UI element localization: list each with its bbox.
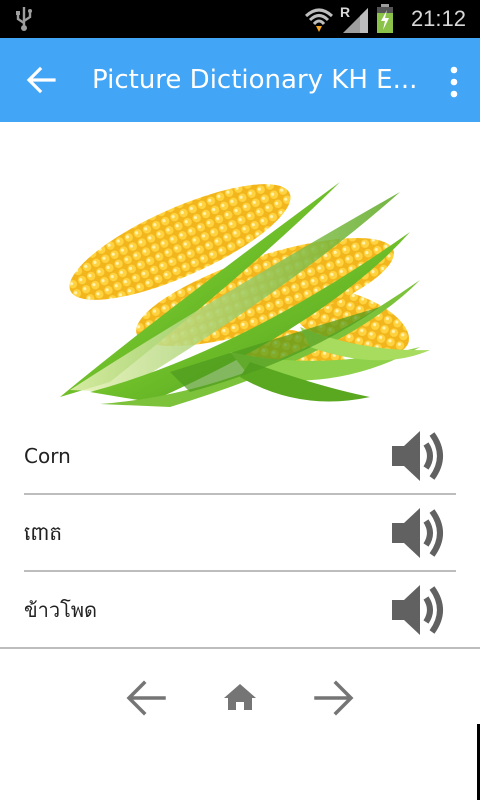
corn-image	[60, 182, 430, 407]
clock: 21:12	[410, 6, 466, 31]
word-english: Corn	[24, 444, 71, 468]
battery-charging-icon	[377, 4, 393, 33]
more-vert-icon[interactable]	[444, 62, 464, 102]
wifi-icon	[304, 8, 334, 32]
speaker-icon[interactable]	[390, 505, 448, 561]
home-icon[interactable]	[216, 674, 264, 722]
page-title: Picture Dictionary KH E...	[92, 65, 418, 95]
speaker-icon[interactable]	[390, 582, 448, 638]
list-item: Corn	[24, 418, 456, 494]
word-thai: ข้าวโพด	[24, 598, 98, 622]
app-bar: Picture Dictionary KH E...	[0, 38, 480, 122]
status-bar: R 21:12	[0, 0, 480, 38]
arrow-right-icon[interactable]	[310, 674, 358, 722]
word-khmer: ពោត	[24, 521, 63, 545]
list-item: ពោត	[24, 495, 456, 571]
bottom-navigation	[0, 650, 480, 750]
divider	[0, 647, 480, 649]
list-item: ข้าวโพด	[24, 572, 456, 648]
usb-icon	[16, 7, 32, 31]
signal-icon: R	[340, 4, 370, 34]
arrow-left-icon[interactable]	[122, 674, 170, 722]
speaker-icon[interactable]	[390, 428, 448, 484]
arrow-back-icon[interactable]	[22, 60, 62, 100]
word-image	[0, 122, 480, 418]
